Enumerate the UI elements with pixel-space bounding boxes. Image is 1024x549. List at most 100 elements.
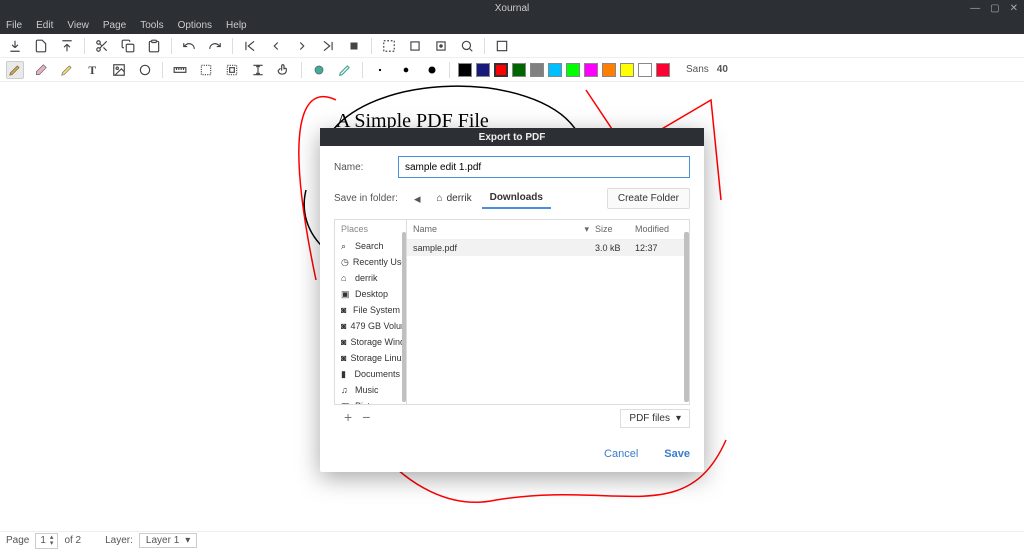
font-family: Sans (686, 64, 709, 75)
cut-button[interactable] (93, 37, 111, 55)
cancel-button[interactable]: Cancel (604, 448, 638, 460)
file-type-combo[interactable]: PDF files ▾ (620, 409, 690, 428)
shape-recognize-tool[interactable] (310, 61, 328, 79)
file-browser: Places ⌕Search◷Recently Used⌂derrik▣Desk… (334, 219, 690, 405)
place-item[interactable]: ◙479 GB Volume (335, 318, 406, 334)
color-swatch[interactable] (656, 63, 670, 77)
menu-page[interactable]: Page (103, 20, 126, 31)
place-item[interactable]: ▣Desktop (335, 286, 406, 302)
select-region-tool[interactable] (223, 61, 241, 79)
paste-button[interactable] (145, 37, 163, 55)
place-item[interactable]: ⌕Search (335, 238, 406, 254)
menu-edit[interactable]: Edit (36, 20, 53, 31)
fullscreen-button[interactable] (493, 37, 511, 55)
font-selector[interactable]: Sans 40 (686, 64, 728, 75)
column-modified[interactable]: Modified (635, 224, 683, 235)
undo-button[interactable] (180, 37, 198, 55)
path-segment-home[interactable]: ⌂ derrik (429, 189, 480, 208)
page-of-label: of 2 (64, 535, 81, 546)
color-swatch[interactable] (476, 63, 490, 77)
zoom-tool-button[interactable] (458, 37, 476, 55)
window-minimize-button[interactable]: — (970, 3, 980, 14)
window-titlebar: Xournal — ▢ ✕ (0, 0, 1024, 16)
color-swatch[interactable] (638, 63, 652, 77)
select-rect-tool[interactable] (197, 61, 215, 79)
prev-page-button[interactable] (267, 37, 285, 55)
save-button[interactable] (6, 37, 24, 55)
color-swatch[interactable] (602, 63, 616, 77)
stop-button[interactable] (345, 37, 363, 55)
place-item[interactable]: ⌂derrik (335, 270, 406, 286)
layer-combo[interactable]: Layer 1 ▾ (139, 533, 197, 548)
shape-tool[interactable] (136, 61, 154, 79)
vertical-space-tool[interactable] (249, 61, 267, 79)
redo-button[interactable] (206, 37, 224, 55)
medium-stroke[interactable] (397, 61, 415, 79)
place-item[interactable]: ◙File System (335, 302, 406, 318)
desktop-icon: ▣ (341, 289, 351, 299)
new-button[interactable] (32, 37, 50, 55)
color-swatch[interactable] (512, 63, 526, 77)
default-tool[interactable] (336, 61, 354, 79)
disk-icon: ◙ (341, 305, 349, 315)
home-icon: ⌂ (341, 273, 351, 283)
eraser-tool[interactable] (32, 61, 50, 79)
column-size[interactable]: Size (595, 224, 635, 235)
thick-stroke[interactable] (423, 61, 441, 79)
recent-icon: ◷ (341, 257, 349, 267)
color-swatch[interactable] (458, 63, 472, 77)
menu-tools[interactable]: Tools (140, 20, 163, 31)
first-page-button[interactable] (241, 37, 259, 55)
text-tool[interactable]: T (84, 61, 102, 79)
menu-file[interactable]: File (6, 20, 22, 31)
remove-bookmark-button[interactable]: − (362, 409, 370, 428)
menubar: File Edit View Page Tools Options Help (0, 16, 1024, 34)
highlighter-tool[interactable] (58, 61, 76, 79)
window-maximize-button[interactable]: ▢ (990, 3, 999, 14)
path-segment-current[interactable]: Downloads (482, 188, 551, 209)
window-title: Xournal (495, 3, 529, 14)
disk-icon: ◙ (341, 321, 346, 331)
zoom-out-button[interactable] (406, 37, 424, 55)
home-icon: ⌂ (437, 193, 443, 204)
place-item[interactable]: ◷Recently Used (335, 254, 406, 270)
create-folder-button[interactable]: Create Folder (607, 188, 690, 209)
thin-stroke[interactable] (371, 61, 389, 79)
place-item[interactable]: ◙Storage Linux (335, 350, 406, 366)
page-number-spinner[interactable]: 1 ▴▾ (35, 533, 58, 549)
place-item[interactable]: ◙Storage Windows (335, 334, 406, 350)
menu-options[interactable]: Options (178, 20, 212, 31)
pen-tool[interactable] (6, 61, 24, 79)
zoom-fit-button[interactable] (380, 37, 398, 55)
folder-icon: ▮ (341, 369, 350, 379)
column-name[interactable]: Name▾ (413, 224, 595, 235)
file-row[interactable]: sample.pdf3.0 kB12:37 (407, 240, 689, 256)
place-item[interactable]: ▦Pictures (335, 398, 406, 404)
save-button[interactable]: Save (664, 448, 690, 460)
place-item[interactable]: ▮Documents (335, 366, 406, 382)
color-swatch[interactable] (530, 63, 544, 77)
color-swatch[interactable] (548, 63, 562, 77)
path-back-button[interactable]: ◂ (408, 189, 427, 209)
color-swatch[interactable] (584, 63, 598, 77)
image-tool[interactable] (110, 61, 128, 79)
color-swatch[interactable] (620, 63, 634, 77)
last-page-button[interactable] (319, 37, 337, 55)
menu-help[interactable]: Help (226, 20, 247, 31)
filename-input[interactable] (398, 156, 690, 178)
window-close-button[interactable]: ✕ (1010, 3, 1018, 14)
zoom-reset-button[interactable] (432, 37, 450, 55)
menu-view[interactable]: View (67, 20, 89, 31)
copy-button[interactable] (119, 37, 137, 55)
add-bookmark-button[interactable]: + (344, 409, 352, 428)
filelist-scrollbar[interactable] (684, 232, 689, 402)
next-page-button[interactable] (293, 37, 311, 55)
color-swatch[interactable] (494, 63, 508, 77)
ruler-tool[interactable] (171, 61, 189, 79)
main-toolbar (0, 34, 1024, 58)
color-swatch[interactable] (566, 63, 580, 77)
hand-tool[interactable] (275, 61, 293, 79)
place-item[interactable]: ♫Music (335, 382, 406, 398)
open-button[interactable] (58, 37, 76, 55)
places-scrollbar[interactable] (402, 232, 406, 402)
